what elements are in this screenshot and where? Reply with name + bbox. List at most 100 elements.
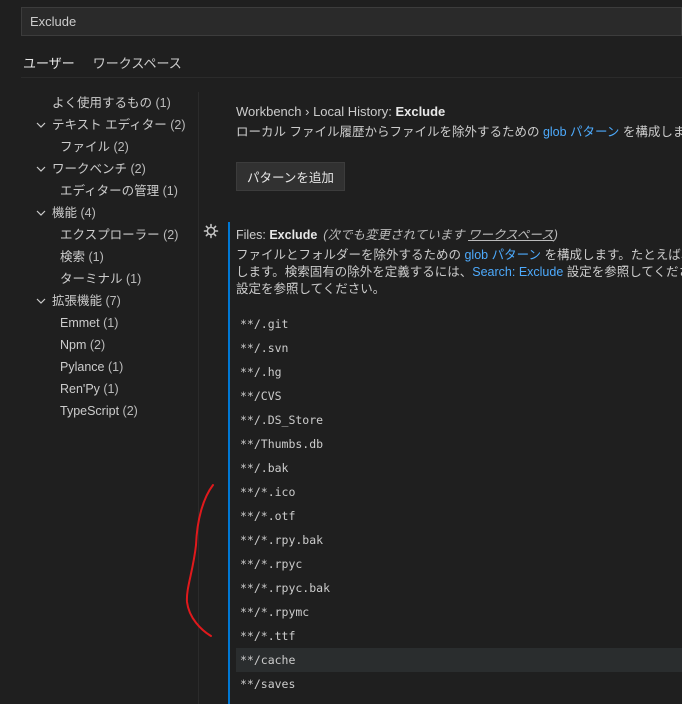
settings-scope-tabs: ユーザー ワークスペース — [21, 50, 184, 78]
toc-item-editor-management[interactable]: エディターの管理 (1) — [21, 180, 201, 202]
tab-workspace[interactable]: ワークスペース — [91, 50, 184, 78]
toc-item-commonly-used[interactable]: よく使用するもの (1) — [21, 92, 201, 114]
toc-item-emmet[interactable]: Emmet (1) — [21, 312, 201, 334]
exclude-pattern-list: **/.git **/.svn **/.hg **/CVS **/.DS_Sto… — [236, 312, 682, 696]
chevron-down-icon — [35, 158, 47, 180]
list-item[interactable]: **/.bak — [236, 456, 682, 480]
list-item[interactable]: **/saves — [236, 672, 682, 696]
setting-description: ファイルとフォルダーを除外するための glob パターン を構成します。たとえば… — [236, 247, 682, 298]
settings-search-input[interactable]: Exclude — [21, 7, 682, 36]
desc-text: します。検索固有の除外を定義するには、 — [236, 265, 473, 279]
glob-pattern-link[interactable]: glob パターン — [543, 125, 619, 139]
red-annotation-stroke — [185, 484, 214, 637]
toc-count: (2) — [89, 338, 106, 352]
toc-item-files[interactable]: ファイル (2) — [21, 136, 201, 158]
list-item[interactable]: **/*.rpyc.bak — [236, 576, 682, 600]
setting-description: ローカル ファイル履歴からファイルを除外するための glob パターン を構成し… — [236, 124, 682, 141]
setting-category: Files: — [236, 228, 270, 242]
toc-count: (1) — [155, 96, 171, 110]
toc-item-workbench[interactable]: ワークベンチ (2) — [21, 158, 201, 180]
list-item[interactable]: **/.git — [236, 312, 682, 336]
toc-item-renpy[interactable]: Ren'Py (1) — [21, 378, 201, 400]
modified-text: ) — [553, 228, 558, 242]
desc-text: を構成します。この設定を — [622, 125, 682, 139]
toc-item-terminal[interactable]: ターミナル (1) — [21, 268, 201, 290]
setting-title: Files: Exclude (次でも変更されています ワークスペース) — [236, 224, 682, 243]
setting-name: Exclude — [395, 104, 446, 119]
setting-category: Workbench › Local History: — [236, 104, 396, 119]
toc-label: テキスト エディター — [52, 118, 167, 132]
desc-text: を構成します。たとえば、エクスプローラー — [544, 248, 682, 262]
desc-text: 設定を参照してください。 — [236, 282, 386, 296]
setting-title: Workbench › Local History: Exclude — [236, 104, 682, 119]
toc-label: Ren'Py — [60, 382, 100, 396]
desc-text: ファイルとフォルダーを除外するための — [236, 248, 465, 262]
toc-item-extensions[interactable]: 拡張機能 (7) — [21, 290, 201, 312]
toc-count: (1) — [88, 250, 104, 264]
toc-label: 検索 — [60, 250, 86, 264]
toc-label: よく使用するもの — [52, 96, 153, 110]
chevron-down-icon — [35, 202, 47, 224]
toc-item-typescript[interactable]: TypeScript (2) — [21, 400, 201, 422]
toc-label: Pylance — [60, 360, 105, 374]
toc-count: (2) — [130, 162, 146, 176]
toc-label: Npm — [60, 338, 87, 352]
toc-count: (1) — [103, 382, 119, 396]
toc-item-features[interactable]: 機能 (4) — [21, 202, 201, 224]
toc-count: (1) — [126, 272, 142, 286]
toc-count: (1) — [162, 184, 178, 198]
toc-item-search[interactable]: 検索 (1) — [21, 246, 201, 268]
gear-icon[interactable] — [203, 223, 219, 239]
toc-count: (2) — [122, 404, 138, 418]
toc-count: (7) — [105, 294, 121, 308]
list-item[interactable]: **/.svn — [236, 336, 682, 360]
list-item[interactable]: **/*.ttf — [236, 624, 682, 648]
setting-local-history-exclude: Workbench › Local History: Exclude ローカル … — [236, 104, 682, 191]
settings-toc: よく使用するもの (1) テキスト エディター (2) ファイル (2) ワーク… — [21, 92, 201, 422]
add-pattern-button[interactable]: パターンを追加 — [236, 162, 345, 191]
desc-line: します。検索固有の除外を定義するには、Search: Exclude 設定を参照… — [236, 264, 682, 281]
setting-focus-indicator — [228, 222, 230, 704]
toc-label: TypeScript — [60, 404, 120, 418]
modified-elsewhere-indicator: (次でも変更されています ワークスペース) — [323, 228, 558, 242]
modified-text: (次でも変更されています — [323, 228, 469, 242]
chevron-down-icon — [35, 114, 47, 136]
list-item[interactable]: **/.hg — [236, 360, 682, 384]
list-item[interactable]: **/*.rpyc — [236, 552, 682, 576]
toc-label: エディターの管理 — [60, 184, 160, 198]
toc-count: (2) — [113, 140, 129, 154]
desc-line: ファイルとフォルダーを除外するための glob パターン を構成します。たとえば… — [236, 247, 682, 264]
workspace-link[interactable]: ワークスペース — [468, 228, 554, 242]
toc-item-text-editor[interactable]: テキスト エディター (2) — [21, 114, 201, 136]
toc-label: ファイル — [60, 140, 111, 154]
list-item[interactable]: **/*.rpymc — [236, 600, 682, 624]
toc-count: (4) — [80, 206, 96, 220]
list-item[interactable]: **/cache — [236, 648, 682, 672]
desc-line: 設定を参照してください。 — [236, 281, 682, 298]
toc-divider — [198, 92, 199, 704]
list-item[interactable]: **/Thumbs.db — [236, 432, 682, 456]
toc-label: ターミナル — [60, 272, 123, 286]
toc-count: (1) — [103, 316, 119, 330]
toc-label: ワークベンチ — [52, 162, 128, 176]
toc-label: エクスプローラー — [60, 228, 160, 242]
list-item[interactable]: **/*.rpy.bak — [236, 528, 682, 552]
list-item[interactable]: **/*.otf — [236, 504, 682, 528]
chevron-down-icon — [35, 290, 47, 312]
toc-count: (1) — [107, 360, 124, 374]
tab-user[interactable]: ユーザー — [21, 50, 77, 78]
toc-item-pylance[interactable]: Pylance (1) — [21, 356, 201, 378]
list-item[interactable]: **/*.ico — [236, 480, 682, 504]
list-item[interactable]: **/CVS — [236, 384, 682, 408]
tab-divider — [21, 77, 682, 78]
toc-count: (2) — [170, 118, 186, 132]
setting-files-exclude: Files: Exclude (次でも変更されています ワークスペース) ファイル… — [236, 224, 682, 298]
desc-text: ローカル ファイル履歴からファイルを除外するための — [236, 125, 543, 139]
search-exclude-link[interactable]: Search: Exclude — [472, 265, 563, 279]
setting-name: Exclude — [269, 228, 318, 242]
desc-text: 設定を参照してください。 — [566, 265, 682, 279]
toc-item-npm[interactable]: Npm (2) — [21, 334, 201, 356]
toc-item-explorer[interactable]: エクスプローラー (2) — [21, 224, 201, 246]
list-item[interactable]: **/.DS_Store — [236, 408, 682, 432]
glob-pattern-link[interactable]: glob パターン — [464, 248, 540, 262]
